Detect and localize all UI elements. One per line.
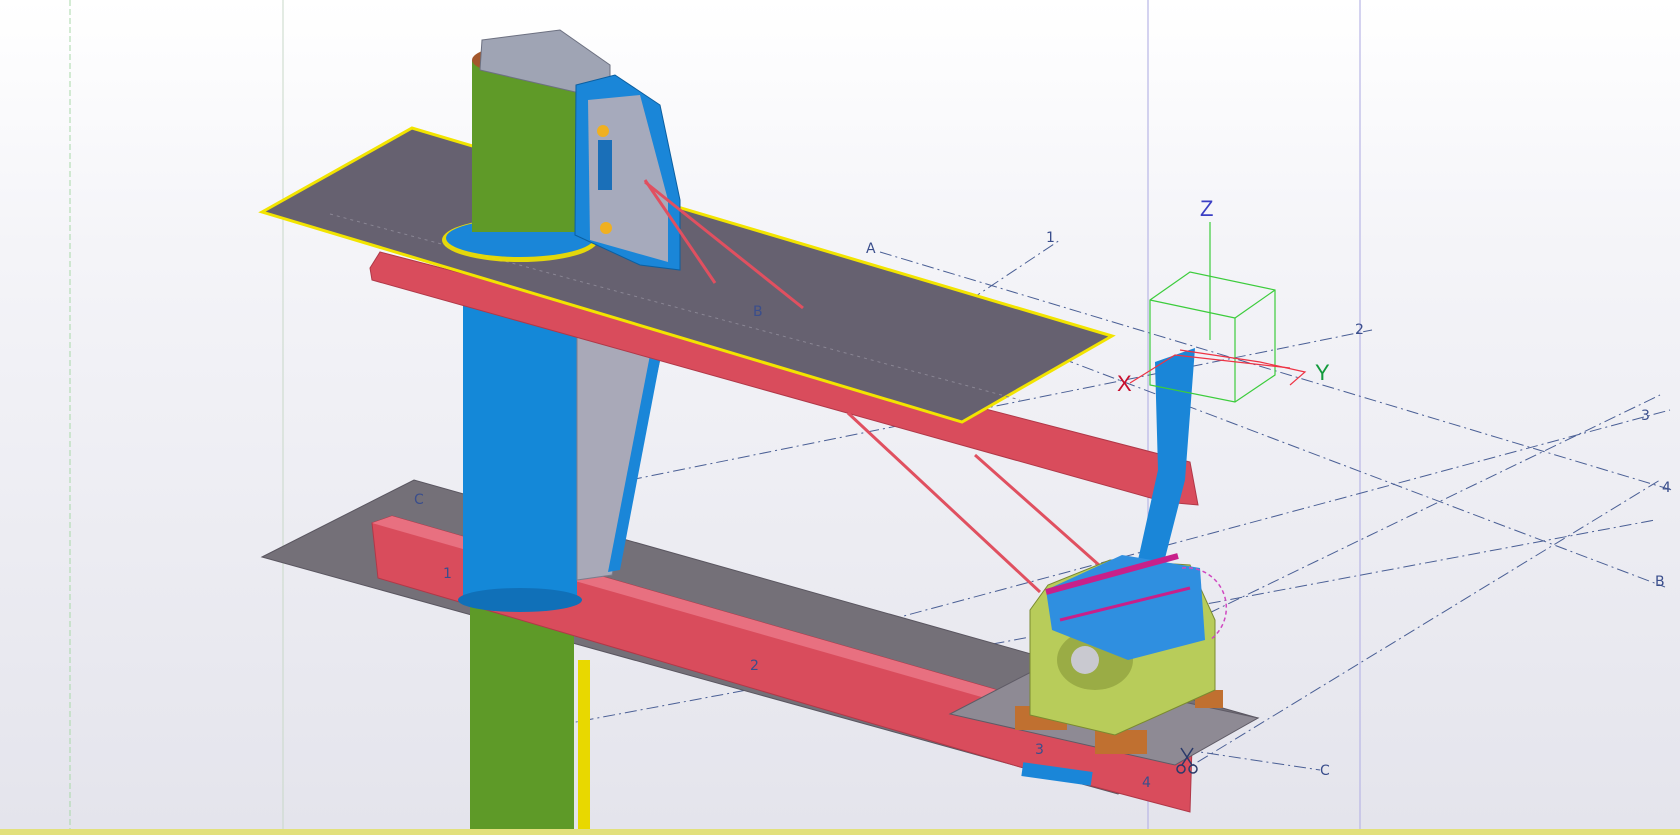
grid-label-b-right: B — [1655, 574, 1665, 590]
grid-label-2-top: 2 — [1355, 322, 1364, 338]
grid-label-2-bottom: 2 — [750, 658, 759, 674]
column-yellow-edge — [578, 660, 590, 835]
axis-z-label: Z — [1200, 196, 1213, 221]
grid-label-4-bottom: 4 — [1142, 775, 1151, 791]
grid-label-1-bottom: 1 — [443, 566, 452, 582]
column-base-ring — [458, 588, 582, 612]
grid-label-b-top: B — [753, 304, 763, 320]
axis-x-label: X — [1117, 371, 1132, 396]
grid-label-3-right: 3 — [1641, 408, 1650, 424]
model-viewport[interactable]: X Y Z A B C 1 1 2 2 3 3 4 4 B C — [0, 0, 1680, 835]
status-strip — [0, 829, 1680, 835]
grid-label-a-top: A — [866, 241, 876, 257]
axis-y-label: Y — [1315, 360, 1330, 385]
grid-label-1-top: 1 — [1046, 230, 1055, 246]
grid-label-3-bottom: 3 — [1035, 742, 1044, 758]
scene-3d[interactable]: X Y Z A B C 1 1 2 2 3 3 4 4 B C — [0, 0, 1680, 835]
grid-label-c-right: C — [1320, 763, 1330, 779]
grid-label-c-left: C — [414, 492, 424, 508]
grid-label-4-right: 4 — [1662, 480, 1671, 496]
